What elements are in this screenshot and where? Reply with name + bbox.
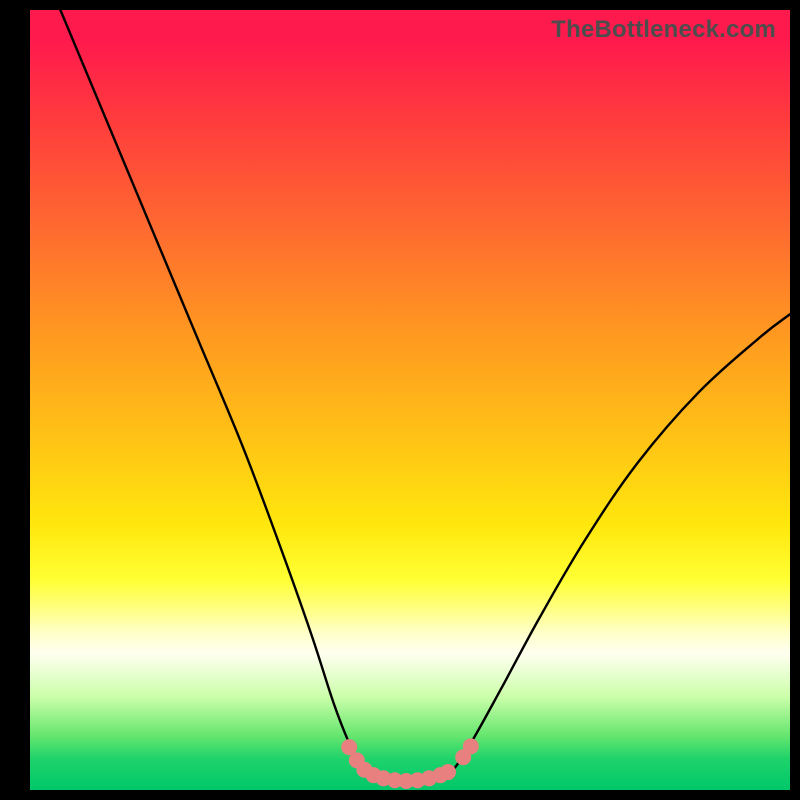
chart-frame: TheBottleneck.com — [0, 0, 800, 800]
plot-area: TheBottleneck.com — [30, 10, 790, 790]
valley-marker — [440, 764, 456, 780]
valley-marker — [463, 738, 479, 754]
curve-path — [60, 10, 790, 781]
bottleneck-curve — [30, 10, 790, 790]
